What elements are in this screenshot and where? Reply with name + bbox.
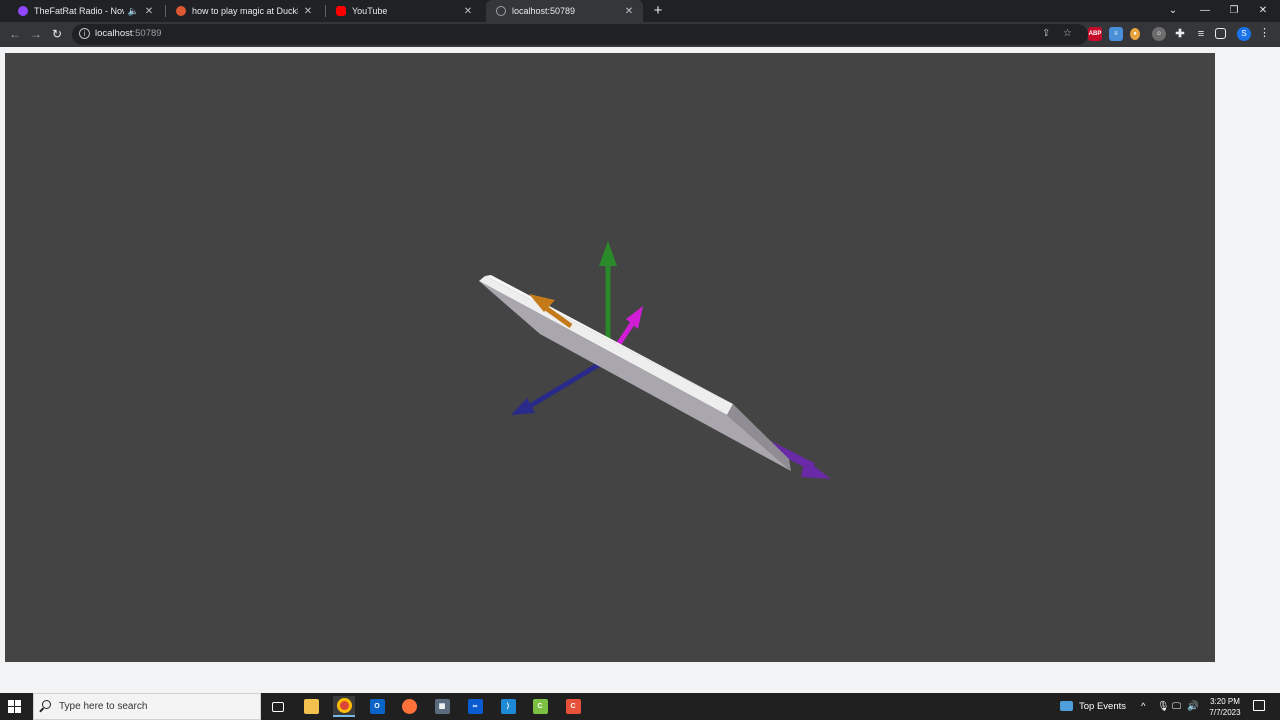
search-icon	[42, 700, 51, 709]
tab-title: TheFatRat Radio - Now Playi	[34, 6, 124, 16]
side-panel-icon[interactable]	[1215, 28, 1226, 39]
new-tab-button[interactable]: +	[650, 2, 666, 20]
extension-doc-icon[interactable]: ≡	[1109, 27, 1123, 41]
minimize-button[interactable]: —	[1190, 0, 1220, 22]
3d-scene	[479, 241, 831, 479]
notifications-icon[interactable]	[1253, 700, 1265, 711]
app-red-icon[interactable]: C	[562, 696, 584, 717]
url-port: :50789	[132, 28, 162, 39]
tab-close-icon[interactable]: ✕	[462, 6, 474, 17]
back-button[interactable]: ←	[6, 25, 24, 43]
browser-toolbar: ← → ↻ i localhost:50789 ⇪ ☆ ABP ≡ ● ☺ ✚ …	[0, 22, 1280, 47]
extensions-puzzle-icon[interactable]: ✚	[1173, 27, 1187, 41]
vscode-icon[interactable]: ⟩	[497, 696, 519, 717]
microphone-icon[interactable]: 🎙	[1157, 693, 1169, 720]
taskbar-clock[interactable]: 3:20 PM 7/7/2023	[1204, 696, 1246, 718]
firefox-icon[interactable]	[398, 696, 420, 717]
browser-menu-icon[interactable]: ⋮	[1259, 26, 1270, 39]
restore-button[interactable]: ❐	[1219, 0, 1249, 22]
youtube-icon	[336, 6, 346, 16]
magenta-arrow	[615, 306, 643, 347]
tab-title: YouTube	[352, 6, 388, 16]
browser-tab-strip: TheFatRat Radio - Now Playi 🔈 ✕ how to p…	[0, 0, 1280, 22]
extension-pin-icon[interactable]: ●	[1130, 28, 1140, 40]
adblock-plus-icon[interactable]: ABP	[1088, 27, 1102, 41]
app-green-icon[interactable]: C	[529, 696, 551, 717]
tab-search-icon[interactable]: ⌄	[1158, 0, 1188, 22]
widgets-button[interactable]: Top Events	[1060, 693, 1126, 720]
y-axis-arrow	[599, 241, 617, 345]
reload-button[interactable]: ↻	[48, 25, 66, 43]
white-plank-object	[479, 275, 791, 471]
site-info-icon[interactable]: i	[79, 28, 90, 39]
twitch-icon	[18, 6, 28, 16]
windows-taskbar: Type here to search O ▦ ∞ ⟩ C C Top Even…	[0, 693, 1280, 720]
profile-avatar[interactable]: S	[1237, 27, 1251, 41]
tab-close-icon[interactable]: ✕	[302, 6, 314, 17]
network-icon[interactable]: 🖵	[1172, 693, 1181, 720]
tray-overflow-chevron-icon[interactable]: ^	[1141, 693, 1145, 720]
app-blue-icon[interactable]: ∞	[464, 696, 486, 717]
chrome-icon[interactable]	[333, 696, 355, 717]
tab-duckduckgo-search[interactable]: how to play magic at DuckDuckG ✕	[166, 0, 322, 22]
file-explorer-icon[interactable]	[300, 696, 322, 717]
volume-icon[interactable]: 🔊	[1187, 693, 1199, 720]
address-url: localhost:50789	[95, 28, 162, 39]
address-bar[interactable]: i localhost:50789 ⇪ ☆	[72, 24, 1088, 45]
url-host: localhost	[95, 28, 133, 39]
bookmark-star-icon[interactable]: ☆	[1063, 28, 1072, 39]
windows-start-icon[interactable]	[8, 700, 22, 714]
tab-title: localhost:50789	[512, 6, 576, 16]
tab-youtube[interactable]: YouTube ✕	[326, 0, 482, 22]
tab-thefatrat-radio[interactable]: TheFatRat Radio - Now Playi 🔈 ✕	[8, 0, 163, 22]
clock-time: 3:20 PM	[1210, 697, 1240, 706]
3d-viewport-canvas[interactable]	[5, 53, 1215, 662]
duckduckgo-icon	[176, 6, 186, 16]
share-icon[interactable]: ⇪	[1042, 28, 1050, 39]
news-widget-icon	[1060, 701, 1073, 712]
reading-list-icon[interactable]: ≡	[1194, 27, 1208, 41]
widget-label: Top Events	[1079, 701, 1126, 712]
calculator-icon[interactable]: ▦	[431, 696, 453, 717]
taskbar-search-box[interactable]: Type here to search	[33, 693, 261, 720]
search-placeholder: Type here to search	[59, 701, 148, 712]
x-axis-arrow	[511, 359, 606, 415]
tab-title: how to play magic at DuckDuckG	[192, 6, 298, 16]
task-view-button[interactable]	[267, 696, 289, 717]
globe-icon	[496, 6, 506, 16]
forward-button[interactable]: →	[27, 25, 45, 43]
tab-close-icon[interactable]: ✕	[143, 6, 155, 17]
outlook-icon[interactable]: O	[366, 696, 388, 717]
clock-date: 7/7/2023	[1209, 708, 1241, 717]
page-content	[0, 47, 1280, 693]
speaker-icon[interactable]: 🔈	[128, 6, 139, 17]
tab-close-icon[interactable]: ✕	[623, 6, 635, 17]
close-window-button[interactable]: ✕	[1248, 0, 1278, 22]
tab-localhost[interactable]: localhost:50789 ✕	[486, 0, 643, 22]
extension-face-icon[interactable]: ☺	[1152, 27, 1166, 41]
